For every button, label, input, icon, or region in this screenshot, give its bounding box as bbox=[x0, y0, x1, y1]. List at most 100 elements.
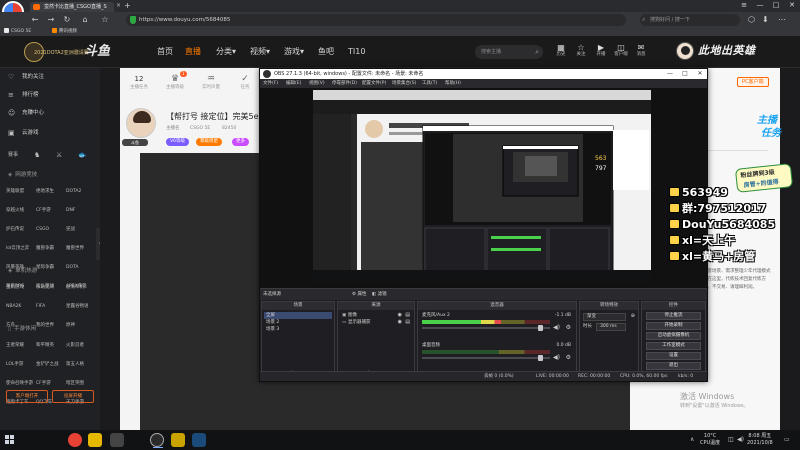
browser-search-input[interactable]: ⌕ 搜狗好问 / 搜一下 bbox=[640, 14, 740, 26]
obs-preview[interactable]: 563 797 bbox=[260, 88, 707, 288]
fish-icon[interactable]: 🐟 bbox=[78, 146, 87, 164]
sidebar-category-link[interactable]: 金铲铲之战 bbox=[36, 359, 66, 370]
windows-start-icon[interactable] bbox=[5, 435, 15, 445]
speaker-icon[interactable]: ◀) bbox=[553, 324, 560, 332]
esports-icon[interactable]: 赛事 bbox=[8, 146, 18, 164]
gear-icon[interactable]: ⚙ bbox=[566, 324, 571, 332]
sidebar-category-link[interactable]: 星露谷物语 bbox=[66, 301, 96, 312]
sidebar-item-follow[interactable]: ♡ 我的关注 bbox=[0, 68, 100, 86]
stat-anchor-task[interactable]: 12 主播任务 bbox=[124, 74, 154, 91]
source-filters-button[interactable]: ◧ 滤镜 bbox=[372, 289, 387, 300]
sidebar-category-link[interactable]: 第五人格 bbox=[66, 359, 96, 370]
sidebar-category-link[interactable]: 永劫无间 bbox=[36, 282, 66, 293]
sidebar-category-link[interactable]: 王者荣耀 bbox=[6, 340, 36, 351]
start-recording-button[interactable]: 开始录制 bbox=[646, 322, 701, 330]
volume-slider-track[interactable] bbox=[422, 357, 550, 359]
sidebar-category-link[interactable]: CF手游 bbox=[36, 205, 66, 216]
transition-type-select[interactable]: 渐变 bbox=[583, 313, 626, 321]
minimize-button[interactable]: — bbox=[752, 0, 768, 11]
stat-task[interactable]: ✓ 任务 bbox=[230, 74, 260, 91]
nav-live[interactable]: 直播 bbox=[185, 45, 201, 59]
volume-slider-track[interactable] bbox=[422, 327, 550, 329]
maximize-button[interactable]: □ bbox=[768, 0, 784, 11]
close-window-button[interactable]: ✕ bbox=[784, 0, 800, 11]
sidebar-category-link[interactable]: LOL手游 bbox=[6, 359, 36, 370]
open-client-button[interactable]: 客户端打开 bbox=[6, 390, 48, 403]
douyu-logo[interactable]: 2021DOTA2亚洲邀请赛 斗鱼 bbox=[24, 39, 124, 65]
client-button[interactable]: ◫ 客户端 bbox=[613, 43, 629, 58]
obs-menu-file[interactable]: 文件(F) bbox=[263, 79, 278, 88]
sidebar-item-recharge[interactable]: ☺ 充赚中心 bbox=[0, 104, 100, 122]
streamer-avatar[interactable] bbox=[126, 108, 156, 138]
obs-menu-profile[interactable]: 配置文件(P) bbox=[362, 79, 386, 88]
visibility-eye-icon[interactable]: ◉ bbox=[398, 312, 402, 319]
folder-taskbar-icon[interactable] bbox=[88, 433, 102, 447]
douyu-search-input[interactable]: 搜索主播 ⌕ bbox=[475, 45, 543, 59]
sidebar-category-link[interactable]: NBA2K bbox=[6, 301, 36, 312]
search-icon[interactable]: ⌕ bbox=[535, 45, 539, 59]
source-item[interactable]: ▣ 图像 ◉ ▤ bbox=[340, 312, 412, 319]
bookmark-tencent-video[interactable]: 腾讯视频 bbox=[52, 28, 77, 36]
new-tab-button[interactable]: + bbox=[124, 1, 131, 10]
network-icon[interactable]: ◫ bbox=[728, 436, 734, 444]
weather-widget[interactable]: 10°C CPU温度 bbox=[700, 433, 720, 447]
tray-up-arrow-icon[interactable]: ∧ bbox=[690, 436, 694, 444]
sidebar-item-cloud-game[interactable]: ▣ 云游戏 bbox=[0, 124, 100, 142]
sidebar-category-link[interactable]: FIFA bbox=[36, 301, 66, 312]
settings-menu-icon[interactable]: ⋯ bbox=[778, 15, 786, 25]
history-button[interactable]: ▦ 历史 bbox=[553, 43, 569, 58]
scene-item[interactable]: 场景 2 bbox=[264, 319, 332, 326]
back-icon[interactable]: ← bbox=[30, 15, 40, 25]
transition-duration-input[interactable]: 300 ms bbox=[596, 323, 626, 331]
sidebar-category-link[interactable]: 魔兽争霸 bbox=[36, 243, 66, 254]
steam-taskbar-icon[interactable] bbox=[192, 433, 206, 447]
app-taskbar-icon[interactable] bbox=[171, 433, 185, 447]
bookmark-csgo5e[interactable]: CSGO 5E bbox=[4, 28, 31, 36]
visibility-eye-icon[interactable]: ◉ bbox=[398, 319, 402, 326]
room-pill-star[interactable]: 幂级周星 bbox=[196, 138, 222, 146]
nav-ti10[interactable]: TI10 bbox=[348, 45, 365, 59]
room-meta-category[interactable]: CSGO 5E bbox=[190, 125, 210, 133]
volume-slider-knob[interactable] bbox=[538, 355, 543, 361]
sidebar-category-link[interactable]: DOTA2 bbox=[66, 186, 96, 197]
stat-volume[interactable]: ♒ 实时声量 bbox=[196, 74, 226, 91]
obs-menu-scene-collection[interactable]: 场景集合(S) bbox=[392, 79, 416, 88]
sidebar-category-link[interactable]: 使命召唤手游 bbox=[6, 378, 36, 389]
sidebar-category-link[interactable]: 星际争霸 bbox=[36, 262, 66, 273]
obs-menu-help[interactable]: 帮助(H) bbox=[445, 79, 461, 88]
pc-client-button[interactable]: PC客户端 bbox=[737, 77, 769, 87]
sidebar-category-link[interactable]: 和平精英 bbox=[36, 340, 66, 351]
sidebar-category-link[interactable]: 剧情单机 bbox=[66, 282, 96, 293]
add-transition-icon[interactable]: ⊕ bbox=[631, 313, 635, 319]
room-meta-anchor[interactable]: 主播名 bbox=[166, 125, 180, 133]
sidebar-category-link[interactable]: 逆战 bbox=[66, 224, 96, 235]
room-pill-level[interactable]: V6等级 bbox=[166, 138, 189, 146]
nav-home[interactable]: 首页 bbox=[157, 45, 173, 59]
bookmark-star-icon[interactable]: ☆ bbox=[100, 15, 110, 25]
chrome-taskbar-icon[interactable] bbox=[68, 433, 82, 447]
scene-item[interactable]: 全屏 bbox=[264, 312, 332, 319]
nav-category[interactable]: 分类▾ bbox=[216, 45, 236, 59]
volume-slider-knob[interactable] bbox=[538, 325, 543, 331]
obs-taskbar-icon[interactable] bbox=[150, 433, 164, 448]
sidebar-category-link[interactable]: 绝地求生 bbox=[36, 186, 66, 197]
source-properties-button[interactable]: ⚙ 属性 bbox=[352, 289, 366, 300]
user-avatar[interactable] bbox=[676, 42, 694, 60]
sidebar-category-link[interactable]: 原神 bbox=[66, 320, 96, 331]
studio-mode-button[interactable]: 工作室模式 bbox=[646, 342, 701, 350]
swords-icon[interactable]: ⚔ bbox=[56, 146, 62, 164]
obs-menu-docks[interactable]: 停靠部件(D) bbox=[332, 79, 357, 88]
sidebar-category-link[interactable]: 魔兽世界 bbox=[66, 243, 96, 254]
gear-icon[interactable]: ⚙ bbox=[566, 354, 571, 362]
source-item[interactable]: ▭ 显示器捕获 ◉ ▤ bbox=[340, 319, 412, 326]
obs-menu-tools[interactable]: 工具(T) bbox=[422, 79, 437, 88]
settings-button[interactable]: 设置 bbox=[646, 352, 701, 360]
sidebar-category-link[interactable]: 英雄联盟 bbox=[6, 186, 36, 197]
messages-button[interactable]: ✉ 消息 bbox=[633, 43, 649, 58]
lock-icon[interactable]: ▤ bbox=[405, 319, 410, 326]
obs-menu-view[interactable]: 视图(V) bbox=[309, 79, 325, 88]
forward-icon[interactable]: → bbox=[46, 15, 56, 25]
sidebar-category-link[interactable]: DOTA bbox=[66, 262, 96, 273]
extension-icon[interactable]: ⬡ bbox=[748, 15, 755, 25]
reload-icon[interactable]: ↻ bbox=[62, 15, 72, 25]
